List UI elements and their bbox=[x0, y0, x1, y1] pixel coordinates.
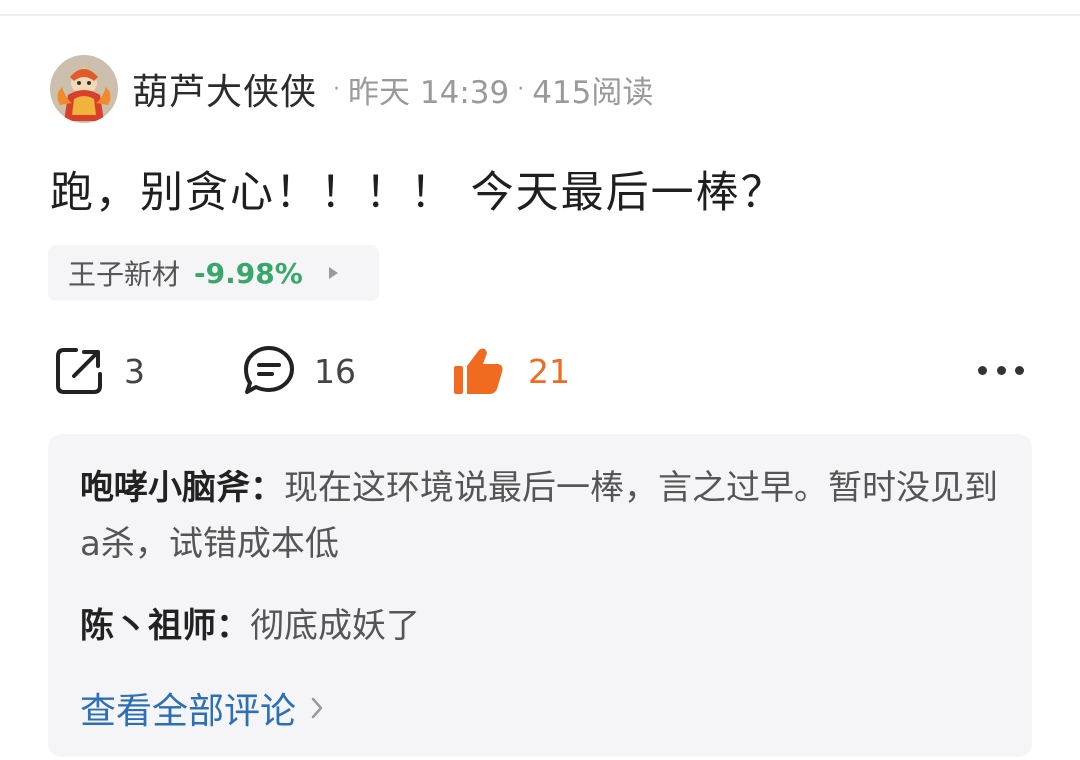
post-header: 葫芦大侠侠 · 昨天 14:39 · 415阅读 bbox=[50, 54, 653, 124]
stock-name: 王子新材 bbox=[68, 258, 181, 291]
username[interactable]: 葫芦大侠侠 bbox=[132, 63, 317, 115]
comment-item[interactable]: 陈丶祖师：彻底成妖了 bbox=[80, 598, 1000, 654]
play-arrow-icon bbox=[328, 267, 338, 279]
meta-separator: · bbox=[517, 76, 525, 102]
comment-preview-panel: 咆哮小脑斧：现在这环境说最后一棒，言之过早。暂时没见到a杀，试错成本低 陈丶祖师… bbox=[48, 434, 1032, 757]
thumbs-up-icon bbox=[454, 348, 503, 394]
stock-change: -9.98% bbox=[194, 256, 303, 290]
comment-count: 16 bbox=[314, 351, 356, 391]
share-button[interactable]: 3 bbox=[52, 340, 145, 402]
comment-item[interactable]: 咆哮小脑斧：现在这环境说最后一棒，言之过早。暂时没见到a杀，试错成本低 bbox=[80, 460, 1000, 572]
comment-colon: ： bbox=[250, 468, 284, 508]
avatar-image bbox=[50, 55, 118, 123]
post-meta: · 昨天 14:39 · 415阅读 bbox=[325, 67, 653, 112]
share-count: 3 bbox=[124, 351, 145, 391]
view-all-comments-link[interactable]: 查看全部评论 bbox=[80, 680, 324, 736]
like-count: 21 bbox=[528, 351, 570, 391]
top-divider bbox=[0, 14, 1080, 16]
view-all-label: 查看全部评论 bbox=[80, 691, 297, 732]
more-icon-dot bbox=[996, 365, 1006, 375]
comment-button[interactable]: 16 bbox=[242, 340, 356, 402]
action-bar: 3 16 21 bbox=[52, 340, 1032, 402]
comment-text: 彻底成妖了 bbox=[250, 606, 420, 646]
comment-author[interactable]: 陈丶祖师 bbox=[80, 606, 216, 646]
read-count: 415阅读 bbox=[532, 74, 654, 111]
more-icon-dot bbox=[978, 365, 987, 375]
like-button[interactable]: 21 bbox=[452, 340, 570, 402]
comment-colon: ： bbox=[216, 606, 250, 646]
share-icon bbox=[56, 348, 102, 394]
stock-chip[interactable]: 王子新材 -9.98% bbox=[48, 245, 379, 301]
comment-icon bbox=[244, 346, 294, 394]
comment-author[interactable]: 咆哮小脑斧 bbox=[80, 468, 250, 508]
more-icon-dot bbox=[1015, 365, 1024, 375]
more-button[interactable] bbox=[978, 358, 1024, 382]
avatar[interactable] bbox=[50, 55, 118, 123]
post-time: 昨天 14:39 bbox=[348, 74, 510, 111]
meta-separator: · bbox=[333, 76, 341, 102]
chevron-right-icon bbox=[311, 697, 323, 719]
post-text[interactable]: 跑，别贪心！！！！ 今天最后一棒？ bbox=[50, 158, 786, 220]
